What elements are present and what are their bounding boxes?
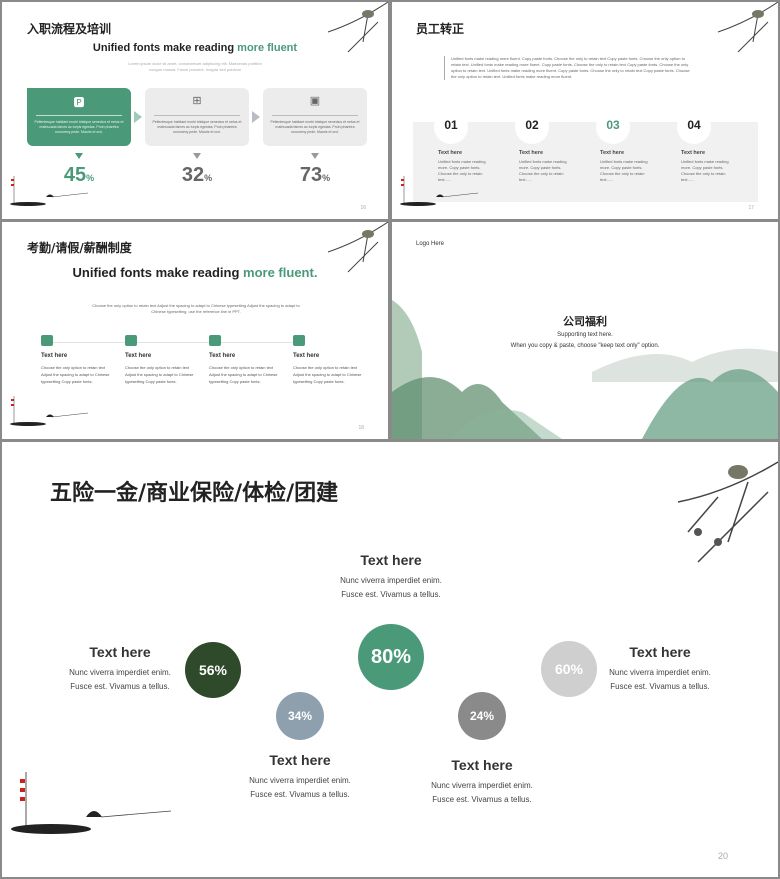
slide-18-thumbnail[interactable]: 考勤/请假/薪酬制度 Unified fonts make reading mo… [2, 222, 388, 439]
fishing-boat-decoration [10, 396, 88, 426]
block-line-1: Nunc viverra imperdiet enim. [340, 576, 442, 585]
step-title: Text here [519, 150, 544, 156]
process-card: 🅿 Pellentesque habitant morbi tristique … [27, 88, 131, 146]
block-line-2: Fusce est. Vivamus a tellus. [250, 790, 350, 799]
subtitle: Lorem ipsum dolor sit amet, consectetuer… [128, 61, 262, 72]
headline: Unified fonts make reading more fluent. [72, 265, 318, 280]
step-text: Unified fonts make reading more. Copy pa… [519, 159, 567, 182]
block-title: Text here [360, 552, 422, 568]
arrow-right-icon [134, 111, 142, 123]
slide-title: 入职流程及培训 [27, 22, 112, 36]
process-card: ⊞ Pellentesque habitant morbi tristique … [145, 88, 249, 146]
fishing-boat-decoration [11, 772, 172, 834]
step-title: Text here [438, 150, 463, 156]
slide-17-thumbnail[interactable]: 员工转正 Unified fonts make reading more flu… [392, 2, 778, 219]
step-title: Text here [600, 150, 625, 156]
block-title: Text here [89, 644, 151, 660]
sofa-icon [293, 335, 305, 346]
page-number: 20 [717, 851, 728, 861]
bird-branch-decoration [677, 461, 778, 563]
block-line-2: Fusce est. Vivamus a tellus. [70, 682, 170, 691]
step-number-badge: 04 [677, 110, 711, 144]
block-line-2: Fusce est. Vivamus a tellus. [341, 590, 441, 599]
paragraph: Unified fonts make reading more fluent. … [444, 56, 694, 80]
card-text: Pellentesque habitant morbi tristique se… [270, 120, 360, 134]
triangle-down-icon [193, 153, 201, 159]
percentage-circle: 80% [358, 624, 424, 690]
divider [36, 115, 122, 116]
slide-title: 员工转正 [416, 22, 465, 36]
org-chart-icon: ⊞ [192, 95, 202, 107]
text-block: Text here Nunc viverra imperdiet enim. F… [580, 644, 740, 694]
percentage-circle: 24% [458, 692, 506, 740]
step-number-badge: 01 [434, 110, 468, 144]
timeline-line [46, 342, 296, 343]
slide-title: 五险一金/商业保险/体检/团建 [50, 481, 339, 506]
powerpoint-file-icon [41, 335, 53, 346]
step-title: Text here [681, 150, 706, 156]
item-title: Text here [125, 353, 152, 359]
page-number: 17 [748, 205, 754, 211]
item-title: Text here [293, 353, 320, 359]
percentage-value: 73% [299, 164, 331, 186]
slide-20-main: 五险一金/商业保险/体检/团建 56% Text here Nunc viver… [2, 442, 778, 877]
divider [272, 115, 358, 116]
fishing-boat-decoration [10, 176, 88, 206]
slide-title: 考勤/请假/薪酬制度 [27, 241, 132, 255]
text-block: Text here Nunc viverra imperdiet enim. F… [311, 552, 471, 602]
item-text: Choose the only option to retain text Ad… [293, 365, 362, 384]
item-text: Choose the only option to retain text Ad… [125, 365, 194, 384]
slide-19-thumbnail[interactable]: Logo Here 公司福利 Supporting text here. Whe… [392, 222, 778, 439]
triangle-down-icon [311, 153, 319, 159]
block-line-1: Nunc viverra imperdiet enim. [69, 668, 171, 677]
slide-16-thumbnail[interactable]: 入职流程及培训 Unified fonts make reading more … [2, 2, 388, 219]
block-line-1: Nunc viverra imperdiet enim. [249, 776, 351, 785]
percentage-circle: 34% [276, 692, 324, 740]
block-line-2: Fusce est. Vivamus a tellus. [610, 682, 710, 691]
block-line-1: Nunc viverra imperdiet enim. [431, 781, 533, 790]
item-text: Choose the only option to retain text Ad… [209, 365, 278, 384]
page-number: 16 [360, 205, 366, 211]
arrow-right-icon [252, 111, 260, 123]
block-title: Text here [629, 644, 691, 660]
divider [154, 115, 240, 116]
powerpoint-file-icon: 🅿 [73, 97, 85, 109]
percentage-value: 32% [181, 164, 213, 186]
item-text: Choose the only option to retain text Ad… [41, 365, 110, 384]
fishing-boat-decoration [400, 176, 478, 206]
ink-landscape-illustration [392, 300, 778, 439]
triangle-down-icon [75, 153, 83, 159]
briefcase-icon [125, 335, 137, 346]
process-card: ▣ Pellentesque habitant morbi tristique … [263, 88, 367, 146]
step-text: Unified fonts make reading more. Copy pa… [681, 159, 729, 182]
image-icon: ▣ [309, 95, 321, 107]
block-title: Text here [451, 757, 513, 773]
block-title: Text here [269, 752, 331, 768]
block-line-2: Fusce est. Vivamus a tellus. [432, 795, 532, 804]
item-title: Text here [209, 353, 236, 359]
block-line-1: Nunc viverra imperdiet enim. [609, 668, 711, 677]
card-text: Pellentesque habitant morbi tristique se… [34, 120, 124, 134]
step-number-badge: 02 [515, 110, 549, 144]
page-number: 18 [358, 425, 364, 431]
bird-branch-decoration [717, 2, 778, 53]
headline: Unified fonts make reading more fluent [92, 42, 298, 54]
text-block: Text here Nunc viverra imperdiet enim. F… [220, 752, 380, 802]
subtitle: Choose the only option to retain text Ad… [92, 303, 300, 314]
logo-placeholder: Logo Here [416, 241, 445, 247]
text-block: Text here Nunc viverra imperdiet enim. F… [402, 757, 562, 807]
printer-icon [209, 335, 221, 346]
text-block: Text here Nunc viverra imperdiet enim. F… [40, 644, 200, 694]
item-title: Text here [41, 353, 68, 359]
step-number-badge: 03 [596, 110, 630, 144]
card-text: Pellentesque habitant morbi tristique se… [152, 120, 242, 134]
step-text: Unified fonts make reading more. Copy pa… [600, 159, 648, 182]
